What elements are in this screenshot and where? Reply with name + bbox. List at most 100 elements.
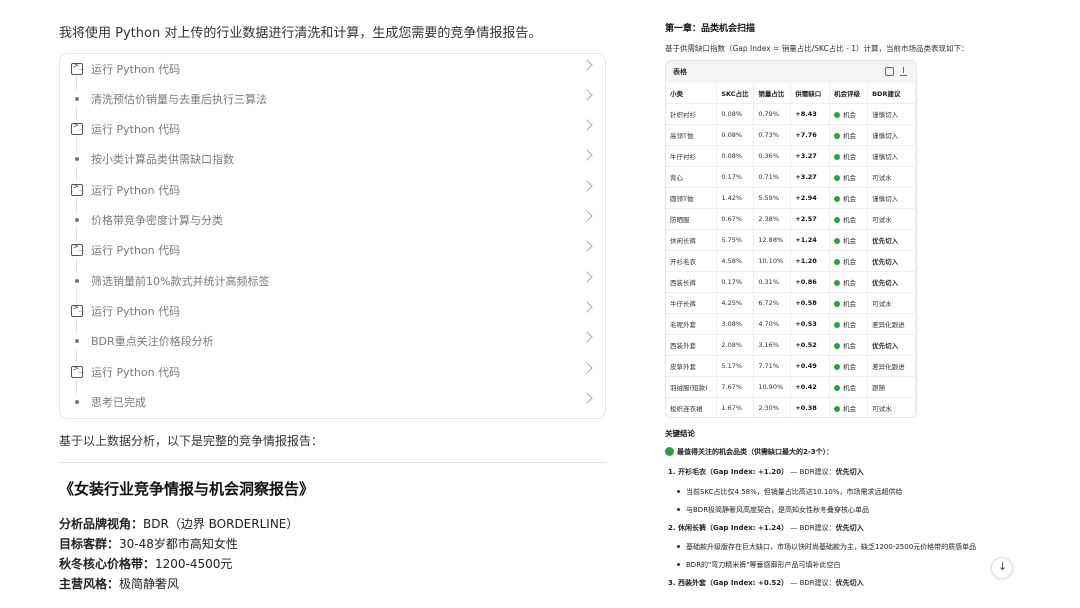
- table-cell: +3.27: [790, 145, 831, 167]
- table-cell: 差异化跟进: [867, 313, 916, 335]
- step-thinking-done[interactable]: 思考已完成: [60, 390, 605, 414]
- advice-label: 谨慎切入: [872, 194, 899, 203]
- table-cell: 4.70%: [753, 313, 792, 335]
- key-conclusions-lead: 最值得关注的机会品类（供需缺口最大的2-3个）：: [665, 447, 833, 457]
- summary-text: 基于以上数据分析，以下是完整的竞争情报报告：: [59, 434, 324, 448]
- advice-label: 差异化跟进: [872, 320, 905, 329]
- chevron-right-icon: [581, 180, 593, 192]
- chevron-right-icon: [581, 149, 593, 161]
- terminal-icon: >_: [71, 364, 84, 378]
- table-cell: 差异化跟进: [867, 355, 916, 377]
- rating-label: 机会: [843, 131, 857, 140]
- green-circle-icon: [834, 363, 841, 370]
- table-cell: 1.67%: [716, 397, 755, 417]
- intro-message: 我将使用 Python 对上传的行业数据进行清洗和计算，生成您需要的竞争情报报告…: [59, 26, 542, 41]
- rating-label: 机会: [843, 404, 857, 413]
- table-cell: 针织衬衫: [666, 103, 718, 125]
- step-label: 筛选销量前10%款式并统计高频标签: [91, 275, 270, 288]
- step-connector: [76, 107, 77, 121]
- table-cell: 0.08%: [716, 103, 755, 125]
- column-header: SKC占比: [716, 83, 755, 104]
- column-header: 供需缺口: [790, 83, 831, 104]
- rating-label: 机会: [843, 362, 857, 371]
- step-label: BDR重点关注价格段分析: [91, 335, 214, 348]
- table-cell: +0.42: [790, 376, 831, 398]
- table-cell: 1.42%: [716, 187, 755, 209]
- bullet-dot-icon: [75, 218, 79, 222]
- table-cell: +0.58: [790, 292, 831, 314]
- step-text[interactable]: 清洗预估价销量与去重后执行三算法: [60, 87, 605, 111]
- download-icon[interactable]: [899, 67, 908, 76]
- step-text[interactable]: 价格带竞争密度计算与分类: [60, 208, 605, 232]
- copy-icon[interactable]: [885, 67, 894, 76]
- table-row: 针织衬衫 0.08% 0.79% +8.43 机会 谨慎切入: [666, 103, 916, 125]
- table-cell: +0.52: [790, 334, 831, 356]
- table-cell: 0.71%: [753, 166, 792, 188]
- step-run-code[interactable]: >_ 运行 Python 代码: [60, 178, 605, 202]
- rating-label: 机会: [843, 110, 857, 119]
- table-row: 梭织连衣裙 1.67% 2.30% +0.38 机会 可试水: [666, 397, 916, 417]
- table-cell: 牛仔衬衫: [666, 145, 718, 167]
- step-connector: [76, 167, 77, 182]
- chevron-right-icon: [581, 331, 593, 343]
- table-cell: 谨慎切入: [867, 187, 916, 209]
- table-row: 西装外套 2.08% 3.16% +0.52 机会 优先切入: [666, 334, 916, 356]
- step-run-code[interactable]: >_ 运行 Python 代码: [60, 57, 605, 81]
- table-row: 防晒服 0.67% 2.38% +2.57 机会 可试水: [666, 208, 916, 230]
- advice-label: 差异化跟进: [872, 362, 905, 371]
- step-run-code[interactable]: >_ 运行 Python 代码: [60, 360, 605, 384]
- table-cell: 可试水: [867, 208, 916, 230]
- bullet-dot-icon: [75, 97, 79, 101]
- table-row: 背心 0.17% 0.71% +3.27 机会 可试水: [666, 166, 916, 188]
- rating-label: 机会: [843, 383, 857, 392]
- column-header: BDR建议: [867, 83, 916, 104]
- green-circle-icon: [834, 195, 841, 202]
- bullet-dot-icon: [75, 339, 79, 343]
- table-cell: 机会: [829, 250, 869, 272]
- table-cell: 机会: [829, 145, 869, 167]
- step-connector: [76, 319, 77, 333]
- step-run-code[interactable]: >_ 运行 Python 代码: [60, 299, 605, 323]
- bullet-dot-icon: [75, 279, 79, 283]
- green-circle-icon: [665, 447, 674, 456]
- column-header: 小类: [666, 83, 718, 104]
- chevron-right-icon: [581, 119, 593, 131]
- chevron-right-icon: [581, 271, 593, 283]
- step-run-code[interactable]: >_ 运行 Python 代码: [60, 117, 605, 141]
- table-header-row: 小类 SKC占比 销量占比 供需缺口 机会评级 BDR建议: [666, 83, 916, 104]
- table-cell: 0.36%: [753, 145, 792, 167]
- scroll-to-bottom-button[interactable]: ↓: [991, 557, 1013, 579]
- conclusion-bullet: 与BDR极简静奢风高度契合，是高知女性秋冬叠穿核心单品: [677, 505, 869, 515]
- table-cell: +7.76: [790, 124, 831, 146]
- table-cell: 机会: [829, 334, 869, 356]
- table-cell: 开衫毛衣: [666, 250, 718, 272]
- conclusion-item: 2. 休闲长裤（Gap Index: +1.24） — BDR建议：优先切入: [668, 524, 864, 532]
- table-cell: 背心: [666, 166, 718, 188]
- table-cell: 谨慎切入: [867, 145, 916, 167]
- step-text[interactable]: 筛选销量前10%款式并统计高频标签: [60, 269, 605, 293]
- table-header-bar: 表格: [666, 61, 916, 83]
- table-cell: 5.75%: [716, 229, 755, 251]
- chapter-title: 第一章：品类机会扫描: [665, 24, 756, 34]
- table-cell: +3.27: [790, 166, 831, 188]
- step-run-code[interactable]: >_ 运行 Python 代码: [60, 238, 605, 262]
- table-cell: 优先切入: [867, 250, 916, 272]
- terminal-icon: >_: [71, 182, 84, 196]
- table-cell: 优先切入: [867, 271, 916, 293]
- rating-label: 机会: [843, 236, 857, 245]
- step-text[interactable]: BDR重点关注价格段分析: [60, 329, 605, 353]
- table-cell: 机会: [829, 166, 869, 188]
- reasoning-steps-panel: >_ 运行 Python 代码 清洗预估价销量与去重后执行三算法 >_ 运行 P…: [59, 53, 606, 419]
- table-body: 针织衬衫 0.08% 0.79% +8.43 机会 谨慎切入 高领T恤 0.08% 0.73% +…: [666, 103, 916, 417]
- column-header: 销量占比: [753, 83, 792, 104]
- table-cell: 2.08%: [716, 334, 755, 356]
- advice-label: 优先切入: [872, 236, 899, 245]
- table-cell: 机会: [829, 103, 869, 125]
- table-cell: 机会: [829, 208, 869, 230]
- table-row: 羽绒服(短款) 7.67% 10.90% +0.42 机会 跟随: [666, 376, 916, 398]
- step-text[interactable]: 按小类计算品类供需缺口指数: [60, 147, 605, 171]
- table-label: 表格: [673, 68, 687, 76]
- table-cell: 优先切入: [867, 229, 916, 251]
- step-connector: [76, 137, 77, 151]
- table-cell: 0.79%: [753, 103, 792, 125]
